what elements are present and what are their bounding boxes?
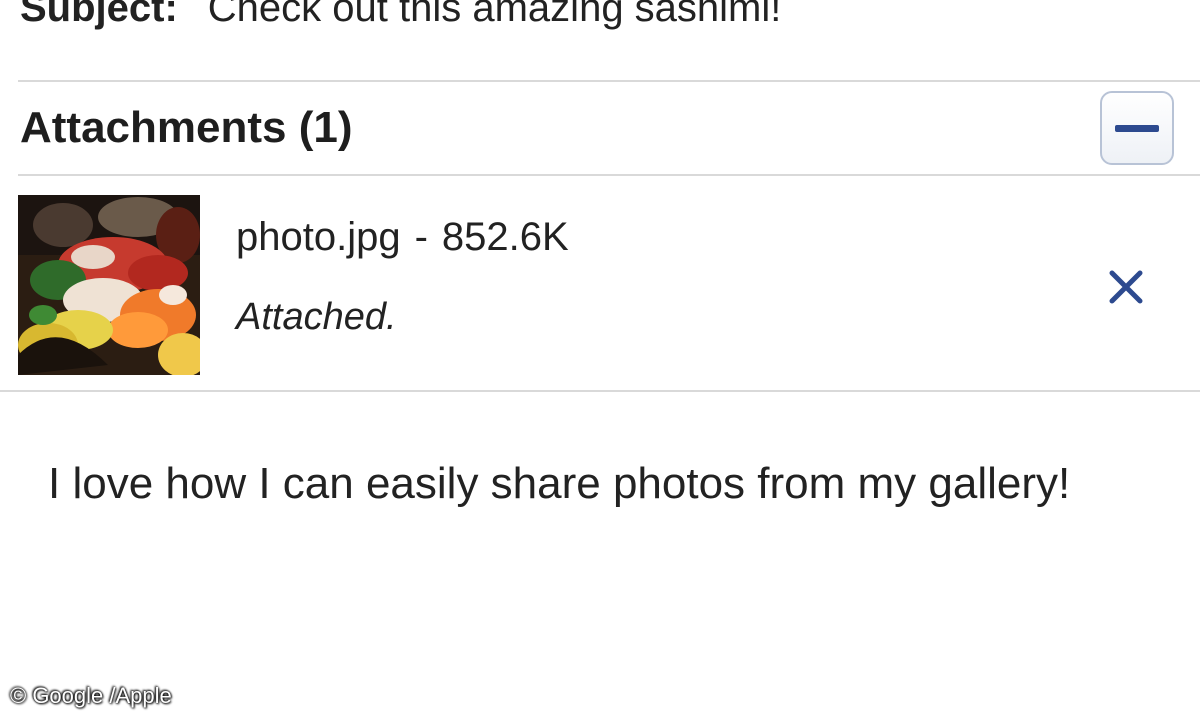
attachment-thumbnail[interactable] bbox=[18, 195, 200, 375]
minus-icon bbox=[1115, 124, 1159, 132]
remove-attachment-button[interactable] bbox=[1104, 265, 1148, 309]
sashimi-photo-thumbnail bbox=[18, 195, 200, 375]
subject-row[interactable]: Subject: Check out this amazing sashimi! bbox=[20, 0, 781, 38]
attachment-item: photo.jpg - 852.6K Attached. bbox=[18, 195, 1200, 377]
attachment-filename: photo.jpg bbox=[236, 215, 401, 259]
divider bbox=[0, 390, 1200, 392]
attachment-separator: - bbox=[414, 215, 428, 259]
subject-label: Subject: bbox=[20, 0, 178, 30]
attachments-title: Attachments (1) bbox=[20, 103, 353, 152]
divider bbox=[18, 174, 1200, 176]
message-body[interactable]: I love how I can easily share photos fro… bbox=[48, 450, 1128, 518]
divider bbox=[18, 80, 1200, 82]
copyright-watermark: © Google /Apple bbox=[10, 683, 172, 708]
attachment-size: 852.6K bbox=[441, 215, 569, 259]
subject-field[interactable]: Check out this amazing sashimi! bbox=[208, 0, 782, 31]
close-icon bbox=[1109, 270, 1143, 304]
attachment-file-line: photo.jpg - 852.6K bbox=[236, 215, 569, 260]
attachments-header: Attachments (1) bbox=[20, 88, 1180, 168]
collapse-attachments-button[interactable] bbox=[1100, 91, 1174, 165]
attachment-status: Attached. bbox=[236, 296, 397, 338]
attachment-info: photo.jpg - 852.6K Attached. bbox=[236, 215, 569, 339]
